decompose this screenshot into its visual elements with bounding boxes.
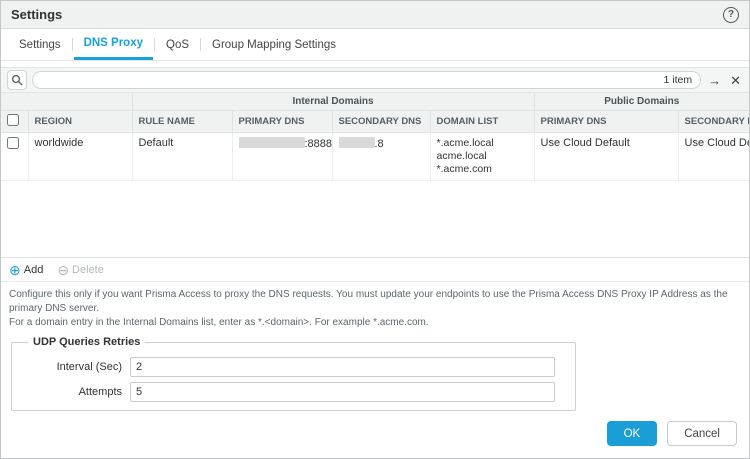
column-header-secondary-dns[interactable]: SECONDARY DNS (332, 110, 430, 132)
primary-dns-suffix: :8888 (305, 138, 333, 150)
header-checkbox-cell (1, 110, 28, 132)
filter-toolbar: 1 item → ✕ (1, 67, 749, 93)
tab-separator (154, 38, 155, 51)
column-header-domain-list[interactable]: DOMAIN LIST (430, 110, 534, 132)
group-header-internal-domains: Internal Domains (132, 93, 534, 110)
table-column-header-row: REGION RULE NAME PRIMARY DNS SECONDARY D… (1, 110, 749, 132)
cell-public-primary-dns: Use Cloud Default (534, 132, 678, 180)
cell-rule-name: Default (132, 132, 232, 180)
cell-secondary-dns: .8 (332, 132, 430, 180)
column-header-region[interactable]: REGION (28, 110, 132, 132)
help-notes: Configure this only if you want Prisma A… (1, 282, 749, 332)
dialog-footer: OK Cancel (1, 411, 749, 458)
minus-circle-icon: ⊖ (57, 263, 69, 277)
select-all-checkbox[interactable] (7, 114, 19, 126)
note-line-1: Configure this only if you want Prisma A… (9, 288, 741, 316)
redacted-value (339, 137, 375, 148)
note-line-2: For a domain entry in the Internal Domai… (9, 316, 741, 330)
udp-queries-retries-group: UDP Queries Retries Interval (Sec) Attem… (11, 336, 576, 411)
column-header-rule-name[interactable]: RULE NAME (132, 110, 232, 132)
table-group-header-row: Internal Domains Public Domains (1, 93, 749, 110)
row-checkbox[interactable] (7, 137, 19, 149)
redacted-value (239, 137, 305, 148)
add-button[interactable]: ⊕ Add (9, 263, 43, 277)
attempts-input[interactable] (130, 382, 555, 402)
tab-group-mapping-settings[interactable]: Group Mapping Settings (202, 29, 346, 60)
filter-searchbox: 1 item (32, 71, 701, 89)
tab-qos[interactable]: QoS (156, 29, 199, 60)
clear-filter-icon[interactable]: ✕ (728, 74, 743, 87)
cancel-button[interactable]: Cancel (667, 421, 737, 446)
filter-input[interactable] (41, 74, 664, 86)
tab-separator (72, 38, 73, 51)
secondary-dns-suffix: .8 (375, 138, 384, 150)
column-header-public-primary-dns[interactable]: PRIMARY DNS (534, 110, 678, 132)
tab-dns-proxy[interactable]: DNS Proxy (74, 29, 153, 60)
add-button-label: Add (24, 264, 44, 276)
row-checkbox-cell (1, 132, 28, 180)
title-bar: Settings ? (1, 1, 749, 29)
delete-button[interactable]: ⊖ Delete (57, 263, 104, 277)
dialog-title: Settings (11, 7, 62, 22)
plus-circle-icon: ⊕ (9, 263, 21, 277)
ok-button[interactable]: OK (607, 421, 658, 446)
attempts-label: Attempts (22, 386, 130, 398)
search-icon[interactable] (7, 70, 27, 90)
cell-primary-dns: :8888 (232, 132, 332, 180)
column-header-public-secondary-dns[interactable]: SECONDARY DNS (678, 110, 749, 132)
attempts-row: Attempts (22, 382, 565, 402)
delete-button-label: Delete (72, 264, 104, 276)
tab-bar: Settings DNS Proxy QoS Group Mapping Set… (1, 29, 749, 61)
help-icon[interactable]: ? (723, 7, 739, 23)
cell-public-secondary-dns: Use Cloud Default (678, 132, 749, 180)
cell-domain-list: *.acme.local acme.local *.acme.com (430, 132, 534, 180)
tab-separator (200, 38, 201, 51)
settings-dialog: Settings ? Settings DNS Proxy QoS Group … (1, 1, 749, 458)
interval-label: Interval (Sec) (22, 361, 130, 373)
column-header-primary-dns[interactable]: PRIMARY DNS (232, 110, 332, 132)
table-row[interactable]: worldwide Default :8888 .8 *.acme.local … (1, 132, 749, 180)
interval-row: Interval (Sec) (22, 357, 565, 377)
tab-settings[interactable]: Settings (9, 29, 71, 60)
group-header-public-domains: Public Domains (534, 93, 749, 110)
apply-filter-icon[interactable]: → (706, 74, 723, 87)
item-count: 1 item (664, 74, 693, 86)
table-actions-bar: ⊕ Add ⊖ Delete (1, 258, 749, 282)
interval-input[interactable] (130, 357, 555, 377)
udp-queries-retries-legend: UDP Queries Retries (28, 336, 145, 348)
group-header-spacer (1, 93, 132, 110)
dns-proxy-table: Internal Domains Public Domains REGION R… (1, 93, 749, 258)
cell-region: worldwide (28, 132, 132, 180)
